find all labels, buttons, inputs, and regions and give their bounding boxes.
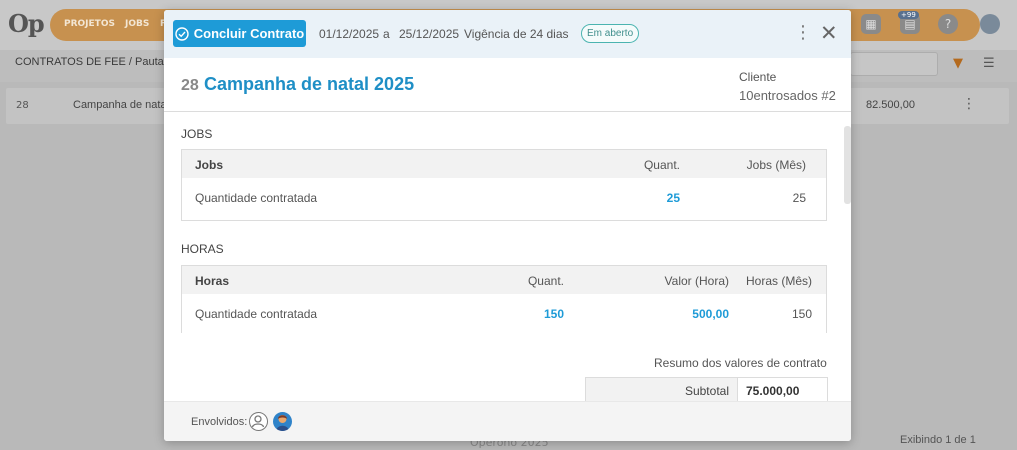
notification-badge: +99	[898, 11, 919, 19]
contract-modal: Concluir Contrato 01/12/2025 a 25/12/202…	[164, 10, 851, 441]
table-row: Quantidade contratada 25 25	[182, 178, 826, 218]
validity-text: Vigência de 24 dias	[464, 27, 569, 41]
jobs-col-name: Jobs	[195, 158, 224, 172]
hours-section-title: HORAS	[181, 242, 224, 256]
user-avatar[interactable]	[273, 412, 292, 431]
nav-item-projetos[interactable]: PROJETOS	[64, 19, 115, 29]
jobs-qty-value[interactable]: 25	[667, 191, 680, 205]
start-date: 01/12/2025	[319, 27, 380, 41]
hours-qty-value[interactable]: 150	[544, 307, 564, 321]
row-value: 82.500,00	[866, 99, 915, 111]
jobs-col-qty: Quant.	[643, 158, 680, 172]
modal-header: Concluir Contrato 01/12/2025 a 25/12/202…	[164, 10, 851, 58]
summary-title: Resumo dos valores de contrato	[654, 356, 827, 370]
app-logo[interactable]: Op	[8, 9, 45, 38]
user-placeholder-icon[interactable]	[249, 412, 268, 431]
jobs-month-value: 25	[792, 191, 806, 205]
scrollbar[interactable]	[844, 126, 851, 204]
contract-name[interactable]: Campanha de natal 2025	[204, 74, 414, 95]
hours-rate-value[interactable]: 500,00	[692, 307, 729, 321]
row-id: 28	[16, 100, 29, 111]
end-date: 25/12/2025	[399, 27, 460, 41]
help-icon[interactable]: ?	[938, 14, 958, 34]
breadcrumb: CONTRATOS DE FEE / Pauta	[15, 56, 164, 68]
row-menu-icon[interactable]: ⋮	[962, 96, 976, 112]
jobs-table: Jobs Quant. Jobs (Mês) Quantidade contra…	[181, 149, 827, 221]
row-name: Campanha de natal 2025	[73, 99, 165, 111]
involved-label: Envolvidos:	[191, 416, 248, 428]
hours-col-name: Horas	[195, 274, 230, 288]
conclude-contract-label: Concluir Contrato	[193, 26, 305, 41]
status-badge: Em aberto	[581, 24, 640, 43]
jobs-table-header: Jobs Quant. Jobs (Mês)	[182, 150, 826, 178]
client-label: Cliente	[739, 70, 777, 84]
subtotal-value: 75.000,00	[746, 384, 800, 398]
contract-title-area: 28 Campanha de natal 2025 Cliente 10entr…	[164, 58, 851, 112]
date-separator: a	[383, 27, 390, 41]
contract-id: 28	[181, 77, 199, 94]
hours-table: Horas Quant. Valor (Hora) Horas (Mês) Qu…	[181, 265, 827, 334]
filter-icon[interactable]: ▼	[953, 56, 963, 71]
search-input[interactable]	[850, 52, 938, 76]
table-row: Quantidade contratada 150 500,00 150	[182, 294, 826, 334]
more-options-icon[interactable]: ⋮	[794, 22, 812, 44]
jobs-row-label: Quantidade contratada	[195, 191, 318, 205]
calendar-icon[interactable]: ▦	[861, 14, 881, 34]
user-avatar[interactable]	[980, 14, 1000, 34]
pagination-info: Exibindo 1 de 1	[900, 434, 976, 446]
client-value: 10entrosados #2	[739, 88, 836, 103]
nav-item-jobs[interactable]: JOBS	[125, 19, 149, 29]
hours-col-value: Valor (Hora)	[664, 274, 729, 288]
conclude-contract-button[interactable]: Concluir Contrato	[173, 20, 306, 47]
hours-col-month: Horas (Mês)	[745, 274, 812, 288]
jobs-col-month: Jobs (Mês)	[746, 158, 806, 172]
close-icon[interactable]: ✕	[820, 22, 838, 44]
sliders-icon[interactable]: ☰	[983, 56, 995, 71]
modal-footer: Envolvidos:	[164, 401, 851, 441]
hours-row-label: Quantidade contratada	[195, 307, 318, 321]
jobs-section-title: JOBS	[181, 127, 213, 141]
hours-col-qty: Quant.	[527, 274, 564, 288]
hours-month-value: 150	[791, 307, 812, 321]
hours-table-header: Horas Quant. Valor (Hora) Horas (Mês)	[182, 266, 826, 294]
check-circle-icon	[175, 26, 189, 41]
subtotal-label: Subtotal	[684, 384, 729, 398]
